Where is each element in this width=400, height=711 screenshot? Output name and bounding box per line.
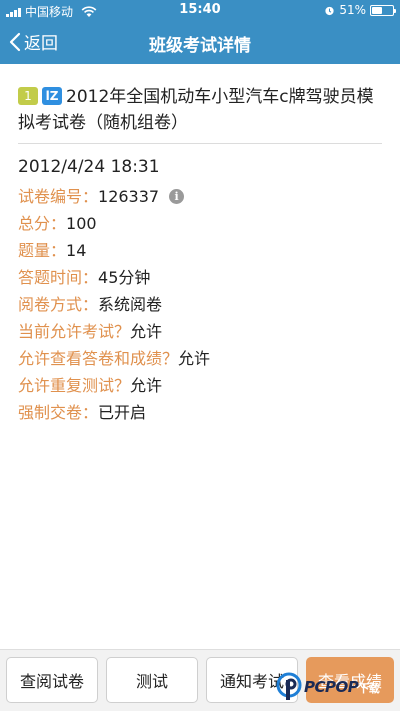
page-title: 班级考试详情: [149, 36, 251, 56]
field-view-results-allowed: 允许查看答卷和成绩？ 允许: [18, 345, 382, 372]
field-value: 100: [66, 214, 97, 233]
battery-level: [372, 6, 383, 14]
field-label: 当前允许考试？: [18, 322, 131, 341]
pcpop-logo-icon: [276, 672, 302, 700]
field-label: 允许重复测试？: [18, 376, 131, 395]
exam-details: 试卷编号： 126337 i 总分： 100 题量： 14 答题时间： 45分钟…: [18, 183, 382, 426]
status-right: 51%: [324, 3, 396, 17]
exam-datetime: 2012/4/24 18:31: [18, 157, 160, 177]
field-label: 阅卷方式：: [18, 295, 99, 314]
exam-header: 1 lZ 2012年全国机动车小型汽车c牌驾驶员模拟考试卷（随机组卷）: [18, 84, 384, 136]
exam-type-icon: lZ: [42, 87, 62, 105]
navbar: 返回 班级考试详情: [0, 20, 400, 64]
field-label: 总分：: [18, 214, 67, 233]
field-paper-id: 试卷编号： 126337 i: [18, 183, 382, 210]
field-label: 强制交卷：: [18, 403, 99, 422]
battery-percent: 51%: [339, 3, 366, 17]
field-label: 答题时间：: [18, 268, 99, 287]
field-value: 允许: [178, 349, 211, 368]
info-icon[interactable]: i: [169, 189, 185, 204]
watermark: PCPOP下载: [276, 672, 380, 702]
field-label: 允许查看答卷和成绩？: [18, 349, 179, 368]
divider: [18, 143, 382, 144]
field-value: 已开启: [98, 403, 147, 422]
field-value: 45分钟: [98, 268, 151, 287]
field-value: 系统阅卷: [98, 295, 163, 314]
field-duration: 答题时间： 45分钟: [18, 264, 382, 291]
battery-icon: [370, 4, 396, 16]
field-grading-method: 阅卷方式： 系统阅卷: [18, 291, 382, 318]
level-badge: 1: [18, 87, 38, 105]
field-label: 试卷编号：: [18, 187, 99, 206]
exam-title: 2012年全国机动车小型汽车c牌驾驶员模拟考试卷（随机组卷）: [18, 87, 374, 133]
field-label: 题量：: [18, 241, 67, 260]
view-paper-button[interactable]: 查阅试卷: [6, 657, 98, 703]
field-value: 14: [66, 241, 87, 260]
alarm-icon: [325, 6, 334, 15]
field-value: 126337: [98, 187, 160, 206]
field-forced-submit: 强制交卷： 已开启: [18, 399, 382, 426]
field-total-score: 总分： 100: [18, 210, 382, 237]
field-question-count: 题量： 14: [18, 237, 382, 264]
status-bar: 中国移动 15:40 51%: [0, 0, 400, 20]
field-retake-allowed: 允许重复测试？ 允许: [18, 372, 382, 399]
field-value: 允许: [130, 376, 163, 395]
field-exam-allowed: 当前允许考试？ 允许: [18, 318, 382, 345]
test-button[interactable]: 测试: [106, 657, 198, 703]
exam-title-row: 1 lZ 2012年全国机动车小型汽车c牌驾驶员模拟考试卷（随机组卷）: [18, 84, 384, 136]
header: 中国移动 15:40 51% 返回 班级考试详情: [0, 0, 400, 64]
field-value: 允许: [130, 322, 163, 341]
watermark-text: PCPOP下载: [304, 678, 380, 696]
